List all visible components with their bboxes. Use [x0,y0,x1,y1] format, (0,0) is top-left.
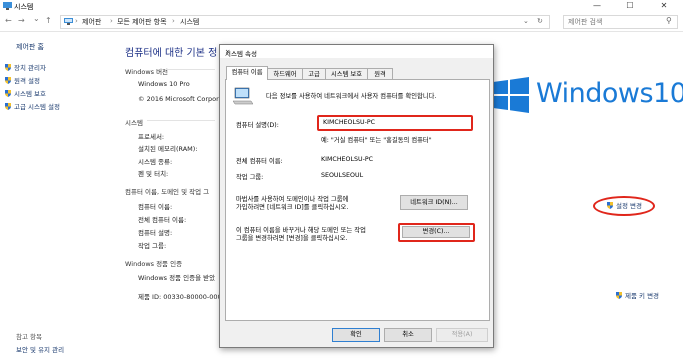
system-app-icon [3,2,12,10]
description-example: 예: "거실 컴퓨터" 또는 "홍길동의 컴퓨터" [321,137,432,144]
windows-edition-heading: Windows 버전 [125,68,169,76]
crumb-all-items[interactable]: 모든 제어판 항목 [117,17,167,27]
sidebar-item-label: 고급 시스템 설정 [14,103,60,111]
title-bar: 시스템 — ☐ ✕ [0,0,683,12]
back-button[interactable]: ← [5,16,12,25]
tab-computer-name[interactable]: 컴퓨터 이름 [226,66,268,80]
control-panel-home-link[interactable]: 제어판 홈 [16,42,44,52]
system-type-label: 시스템 종류: [138,158,173,166]
rename-text-line2: 그룹을 변경하려면 [변경]을 클릭하십시오. [236,235,348,242]
computer-name-panel: 다음 정보를 사용하여 네트워크에서 사용자 컴퓨터를 확인합니다. 컴퓨터 설… [225,79,490,321]
activation-status-text: Windows 정품 인증을 받았 [138,274,216,282]
computer-name-label: 컴퓨터 이름: [138,203,173,211]
change-button[interactable]: 변경(C)... [402,226,470,238]
computer-description-input[interactable]: KIMCHEOLSU-PC [317,115,473,131]
forward-button[interactable]: → [18,16,25,25]
apply-button[interactable]: 적용(A) [436,328,488,342]
shield-icon [5,64,11,71]
activation-heading: Windows 정품 인증 [125,260,183,268]
search-placeholder: 제어판 검색 [568,18,603,26]
change-product-key-link[interactable]: 제품 키 변경 [616,290,659,300]
crumb-separator: › [110,17,113,25]
computer-description-label: 컴퓨터 설명(D): [236,122,279,129]
product-id-text: 제품 ID: 00330-80000-000 [138,293,222,301]
search-input[interactable]: 제어판 검색 ⚲ [563,15,678,29]
crumb-system[interactable]: 시스템 [180,17,199,27]
computer-description-label: 컴퓨터 설명: [138,229,173,237]
ok-button[interactable]: 확인 [332,328,380,342]
windows-edition-value: Windows 10 Pro [138,80,190,88]
shield-icon [616,292,622,299]
sidebar-item-label: 시스템 보호 [14,90,46,98]
computer-icon [233,87,253,105]
crumb-separator: › [75,17,78,25]
close-button[interactable]: ✕ [652,0,676,12]
dialog-title-bar: 시스템 속성 ✕ [220,45,493,58]
shield-icon [5,103,11,110]
full-name-value: KIMCHEOLSU-PC [321,156,374,163]
recent-locations-button[interactable]: ⌄ [33,14,40,23]
sidebar-item-advanced-settings[interactable]: 고급 시스템 설정 [5,101,60,111]
security-maintenance-link[interactable]: 보안 및 유지 관리 [16,344,64,354]
sidebar-item-label: 장치 관리자 [14,64,46,72]
up-button[interactable]: ↑ [45,16,52,25]
full-name-label: 전체 컴퓨터 이름: [236,158,283,165]
cancel-button[interactable]: 취소 [384,328,432,342]
shield-icon [5,90,11,97]
processor-label: 프로세서: [138,133,165,141]
windows-logo-icon [493,77,529,113]
maximize-button[interactable]: ☐ [618,0,642,12]
network-id-button[interactable]: 네트워크 ID(N)... [400,195,468,210]
change-settings-link[interactable]: 설정 변경 [607,200,642,210]
search-icon[interactable]: ⚲ [666,16,672,25]
minimize-button[interactable]: — [585,0,609,12]
pen-touch-label: 펜 및 터치: [138,170,169,178]
full-computer-name-label: 전체 컴퓨터 이름: [138,216,187,224]
computer-description-value: KIMCHEOLSU-PC [323,119,376,126]
shield-icon [607,202,613,209]
address-bar: ← → ⌄ ↑ › 제어판 › 모든 제어판 항목 › 시스템 ⌄ ↻ 제어판 … [0,12,683,32]
computer-name-heading: 컴퓨터 이름, 도메인 및 작업 그 [125,188,210,196]
system-heading: 시스템 [125,119,143,127]
address-field[interactable]: › 제어판 › 모든 제어판 항목 › 시스템 ⌄ ↻ [60,15,550,29]
memory-label: 설치된 메모리(RAM): [138,145,198,153]
workgroup-label: 작업 그룹: [138,242,167,250]
dialog-close-button[interactable]: ✕ [225,48,230,56]
intro-text: 다음 정보를 사용하여 네트워크에서 사용자 컴퓨터를 확인합니다. [266,93,437,100]
workgroup-value: SEOULSEOUL [321,172,364,179]
page-title: 컴퓨터에 대한 기본 정 [125,48,218,59]
system-properties-dialog: 시스템 속성 ✕ 컴퓨터 이름 하드웨어 고급 시스템 보호 원격 다음 정보를… [219,44,494,348]
window-title: 시스템 [14,3,34,11]
change-settings-label: 설정 변경 [616,202,642,210]
sidebar-item-device-manager[interactable]: 장치 관리자 [5,62,46,72]
change-product-key-label: 제품 키 변경 [625,292,660,300]
address-dropdown-icon[interactable]: ⌄ [523,17,529,25]
divider [165,69,215,70]
sidebar-item-label: 원격 설정 [14,77,40,85]
crumb-control-panel[interactable]: 제어판 [82,17,101,27]
sidebar-item-remote-settings[interactable]: 원격 설정 [5,75,40,85]
refresh-icon[interactable]: ↻ [537,17,543,25]
copyright-text: © 2016 Microsoft Corpora [138,95,223,103]
crumb-separator: › [172,17,175,25]
control-panel-icon [64,18,73,25]
wizard-text-line2: 가입하려면 [네트워크 ID]를 클릭하십시오. [236,204,349,211]
see-also-heading: 참고 항목 [16,333,42,341]
windows-brand-text: Windows10 [536,78,683,109]
shield-icon [5,77,11,84]
divider [147,120,215,121]
sidebar-item-system-protection[interactable]: 시스템 보호 [5,88,46,98]
workgroup-label: 작업 그룹: [236,174,264,181]
